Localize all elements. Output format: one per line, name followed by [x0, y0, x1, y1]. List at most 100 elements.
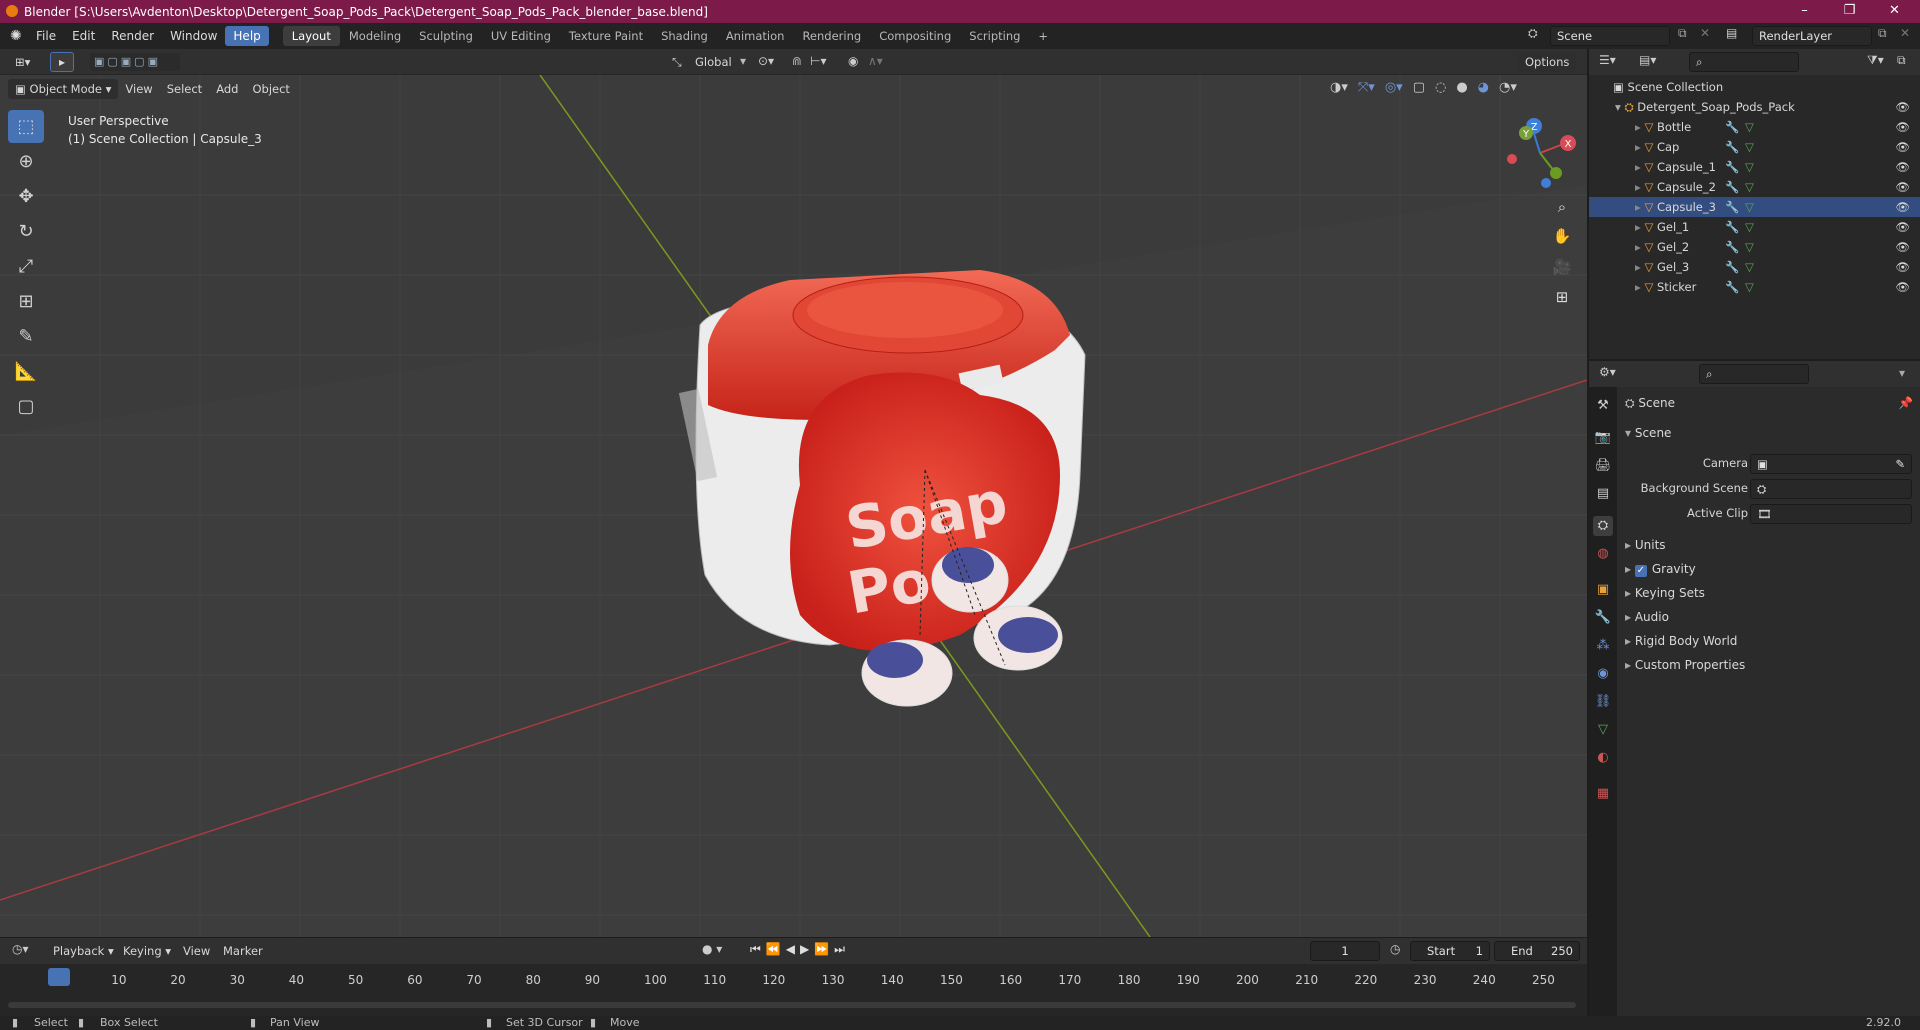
- properties-editor-icon[interactable]: ⚙▾: [1599, 365, 1616, 379]
- view-layer-tab-icon[interactable]: ▤: [1593, 484, 1613, 504]
- rotate-tool-icon[interactable]: ↻: [8, 215, 44, 248]
- viewport-menu-select[interactable]: Select: [160, 79, 209, 99]
- data-tab-icon[interactable]: ▽: [1593, 720, 1613, 740]
- tab-rendering[interactable]: Rendering: [793, 26, 870, 46]
- eye-icon[interactable]: 👁: [1895, 177, 1910, 197]
- particles-tab-icon[interactable]: ⁂: [1593, 636, 1613, 656]
- blender-menu-icon[interactable]: ✺: [10, 28, 28, 44]
- ortho-toggle-icon[interactable]: ⊞: [1548, 283, 1576, 311]
- eye-icon[interactable]: 👁: [1895, 237, 1910, 257]
- outliner-item-gel_3[interactable]: ▸ ▽ Gel_3 🔧 ▽ 👁: [1589, 257, 1920, 277]
- tab-modeling[interactable]: Modeling: [340, 26, 410, 46]
- menu-edit[interactable]: Edit: [64, 26, 103, 46]
- wireframe-shading-icon[interactable]: ◌: [1435, 80, 1446, 95]
- new-collection-icon[interactable]: ⧉: [1897, 53, 1906, 68]
- outliner-item-sticker[interactable]: ▸ ▽ Sticker 🔧 ▽ 👁: [1589, 277, 1920, 297]
- select-box-tool-icon[interactable]: ⬚: [8, 110, 44, 143]
- new-scene-icon[interactable]: ⧉: [1678, 26, 1687, 41]
- zoom-icon[interactable]: ⌕: [1548, 193, 1576, 221]
- eye-icon[interactable]: 👁: [1895, 117, 1910, 137]
- material-shading-icon[interactable]: ◕: [1478, 80, 1489, 95]
- display-mode-icon[interactable]: ▤▾: [1639, 53, 1656, 67]
- tab-scripting[interactable]: Scripting: [960, 26, 1029, 46]
- new-layer-icon[interactable]: ⧉: [1878, 26, 1887, 41]
- tab-animation[interactable]: Animation: [717, 26, 794, 46]
- timeline-editor-icon[interactable]: ◷▾: [12, 942, 29, 956]
- camera-field[interactable]: ▣ ✎: [1750, 454, 1912, 474]
- outliner-item-cap[interactable]: ▸ ▽ Cap 🔧 ▽ 👁: [1589, 137, 1920, 157]
- tool-tab-icon[interactable]: ⚒: [1593, 396, 1613, 416]
- 3d-viewport[interactable]: Soap Pods ▣ Object Mode ▾ View Select Ad…: [0, 75, 1587, 937]
- outliner-item-capsule_2[interactable]: ▸ ▽ Capsule_2 🔧 ▽ 👁: [1589, 177, 1920, 197]
- editor-type-icon[interactable]: ⊞▾: [8, 52, 37, 72]
- snap-target-icon[interactable]: ⊢▾: [810, 54, 826, 68]
- delete-scene-icon[interactable]: ✕: [1700, 26, 1710, 40]
- close-button[interactable]: ✕: [1872, 0, 1917, 23]
- eyedropper-icon[interactable]: ✎: [1895, 455, 1905, 473]
- section-rigid-body-world[interactable]: ▸ Rigid Body World: [1625, 634, 1737, 648]
- keying-menu[interactable]: Keying ▾: [116, 941, 178, 961]
- eye-icon[interactable]: 👁: [1895, 97, 1910, 117]
- playhead[interactable]: [48, 968, 70, 986]
- falloff-icon[interactable]: ∧▾: [868, 54, 883, 68]
- properties-options-icon[interactable]: ▾: [1899, 366, 1905, 380]
- menu-window[interactable]: Window: [162, 26, 225, 46]
- pivot-point-icon[interactable]: ⊙▾: [758, 54, 774, 68]
- outliner-item-capsule_1[interactable]: ▸ ▽ Capsule_1 🔧 ▽ 👁: [1589, 157, 1920, 177]
- proportional-edit-icon[interactable]: ◉: [848, 54, 858, 68]
- properties-search-input[interactable]: ⌕: [1699, 364, 1809, 384]
- tab-shading[interactable]: Shading: [652, 26, 717, 46]
- delete-layer-icon[interactable]: ✕: [1900, 26, 1910, 40]
- outliner-item-gel_1[interactable]: ▸ ▽ Gel_1 🔧 ▽ 👁: [1589, 217, 1920, 237]
- scene-panel-header[interactable]: ▾ Scene: [1625, 426, 1671, 440]
- physics-tab-icon[interactable]: ◉: [1593, 664, 1613, 684]
- eye-icon[interactable]: 👁: [1895, 157, 1910, 177]
- timeline-scrollbar[interactable]: [8, 1002, 1576, 1008]
- object-mode-dropdown[interactable]: ▣ Object Mode ▾: [8, 79, 119, 99]
- playback-menu[interactable]: Playback ▾: [46, 941, 121, 961]
- viewport-menu-add[interactable]: Add: [209, 79, 245, 99]
- add-workspace-button[interactable]: +: [1029, 26, 1057, 46]
- pan-hand-icon[interactable]: ✋: [1548, 222, 1576, 250]
- world-tab-icon[interactable]: ◍: [1593, 544, 1613, 564]
- outliner-item-capsule_3[interactable]: ▸ ▽ Capsule_3 🔧 ▽ 👁: [1589, 197, 1920, 217]
- object-tab-icon[interactable]: ▣: [1593, 580, 1613, 600]
- visibility-icon[interactable]: ◑▾: [1330, 80, 1348, 95]
- selection-mode-buttons[interactable]: ▣▢▣▢▣: [90, 53, 180, 71]
- rendered-shading-icon[interactable]: ◔▾: [1499, 80, 1517, 95]
- menu-file[interactable]: File: [28, 26, 64, 46]
- eye-icon[interactable]: 👁: [1895, 277, 1910, 297]
- tab-compositing[interactable]: Compositing: [870, 26, 960, 46]
- snap-icon[interactable]: ⋒: [792, 54, 802, 68]
- outliner-item-gel_2[interactable]: ▸ ▽ Gel_2 🔧 ▽ 👁: [1589, 237, 1920, 257]
- measure-tool-icon[interactable]: 📐: [8, 355, 44, 388]
- view-layer-selector[interactable]: RenderLayer: [1752, 26, 1872, 46]
- transform-tool-icon[interactable]: ⊞: [8, 285, 44, 318]
- add-cube-tool-icon[interactable]: ▢: [8, 390, 44, 423]
- orientation-dropdown[interactable]: Global: [688, 52, 739, 72]
- outliner-collection[interactable]: ▾ ⛭ Detergent_Soap_Pods_Pack 👁: [1589, 97, 1920, 117]
- outliner-scene-collection[interactable]: ▣ Scene Collection: [1589, 77, 1920, 97]
- section-custom-properties[interactable]: ▸ Custom Properties: [1625, 658, 1745, 672]
- overlay-toggle-icon[interactable]: ◎▾: [1385, 80, 1403, 95]
- solid-shading-icon[interactable]: ●: [1456, 80, 1467, 95]
- scene-selector[interactable]: Scene: [1550, 26, 1670, 46]
- outliner-search-input[interactable]: ⌕: [1689, 52, 1799, 72]
- current-frame-field[interactable]: 1: [1310, 941, 1380, 961]
- pin-icon[interactable]: 📌: [1898, 396, 1913, 410]
- section-units[interactable]: ▸ Units: [1625, 538, 1666, 552]
- constraints-tab-icon[interactable]: ⛓: [1593, 692, 1613, 712]
- marker-menu[interactable]: Marker: [216, 941, 270, 961]
- end-frame-field[interactable]: End 250: [1494, 941, 1580, 961]
- viewport-menu-object[interactable]: Object: [245, 79, 296, 99]
- output-tab-icon[interactable]: 🖨: [1593, 456, 1613, 476]
- material-tab-icon[interactable]: ◐: [1593, 748, 1613, 768]
- eye-icon[interactable]: 👁: [1895, 197, 1910, 217]
- section-gravity[interactable]: ▸ ✓ Gravity: [1625, 562, 1696, 577]
- tab-uv-editing[interactable]: UV Editing: [482, 26, 560, 46]
- modifier-tab-icon[interactable]: 🔧: [1593, 608, 1613, 628]
- section-audio[interactable]: ▸ Audio: [1625, 610, 1669, 624]
- active-clip-field[interactable]: 🎞: [1750, 504, 1912, 524]
- tab-sculpting[interactable]: Sculpting: [410, 26, 482, 46]
- xray-icon[interactable]: ▢: [1413, 80, 1425, 95]
